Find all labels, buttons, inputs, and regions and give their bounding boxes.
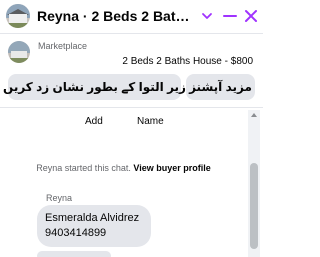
mark-pending-button[interactable]: زیر التوا کے بطور نشان زد کریں [3,74,186,100]
buyer-fields: Add Name [0,116,245,130]
message-bubble[interactable]: Esmeralda Alvidrez 9403414899 [37,205,151,247]
divider [0,107,263,108]
view-buyer-profile-link[interactable]: View buyer profile [133,163,210,173]
marketplace-label: Marketplace [38,41,88,51]
message-bubble-next[interactable] [37,251,111,257]
action-bar: زیر التوا کے بطور نشان زد کریں مزید آپشن… [0,71,263,105]
message-sender: Reyna [46,193,73,203]
more-options-button[interactable]: مزید آپشنز [186,74,255,100]
message-line-1: Esmeralda Alvidrez [45,212,140,224]
chat-title[interactable]: Reyna · 2 Beds 2 Baths House [37,8,194,24]
chat-started-notice: Reyna started this chat. View buyer prof… [0,163,247,173]
avatar[interactable] [6,4,30,28]
add-label[interactable]: Add [85,116,103,127]
minimize-icon[interactable] [220,6,240,26]
name-label[interactable]: Name [137,116,164,127]
scroll-up-icon[interactable] [250,111,258,119]
message-line-2: 9403414899 [45,227,107,239]
scrollbar-thumb[interactable] [250,163,258,249]
listing-thumbnail [8,41,30,63]
chevron-down-icon[interactable] [199,8,215,24]
notice-text: Reyna started this chat. [36,163,131,173]
chat-header: Reyna · 2 Beds 2 Baths House [0,0,263,34]
close-icon[interactable] [241,6,261,26]
listing-title[interactable]: 2 Beds 2 Baths House - $800 [122,56,253,67]
marketplace-listing[interactable]: Marketplace 2 Beds 2 Baths House - $800 [0,36,263,70]
